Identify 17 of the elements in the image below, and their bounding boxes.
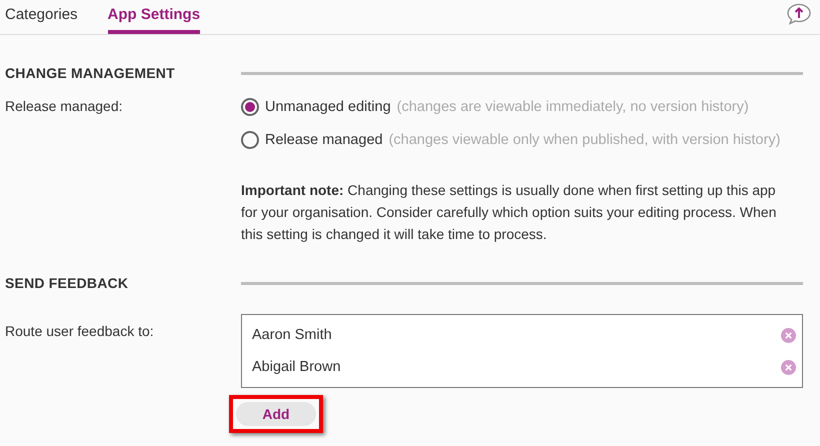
field-label: Route user feedback to: <box>5 322 155 341</box>
radio-button[interactable] <box>241 98 259 116</box>
option-label[interactable]: Release managed <box>265 132 383 148</box>
option-label[interactable]: Unmanaged editing <box>265 99 391 115</box>
radio-button[interactable] <box>241 131 259 149</box>
tab[interactable]: App Settings <box>108 0 200 34</box>
add-button[interactable]: Add <box>236 402 316 426</box>
field-label: Release managed: <box>5 98 124 116</box>
option-hint: (changes are viewable immediately, no version history) <box>396 99 749 115</box>
section-heading: CHANGE MANAGEMENT <box>5 65 176 81</box>
option-hint: (changes viewable only when published, with version history) <box>388 132 780 148</box>
recipient-name: Abigail Brown <box>252 359 341 375</box>
upload-bubble-icon[interactable] <box>786 3 812 25</box>
section-heading: SEND FEEDBACK <box>5 275 130 291</box>
tab[interactable]: Categories <box>5 0 78 34</box>
important-note: Important note: Changing these settings is usually done when first setting up this app for your organisation. Consider carefully which option suits your editing process. When this setting is changed it will take time to process. <box>241 181 778 244</box>
recipient-name: Aaron Smith <box>252 327 332 343</box>
